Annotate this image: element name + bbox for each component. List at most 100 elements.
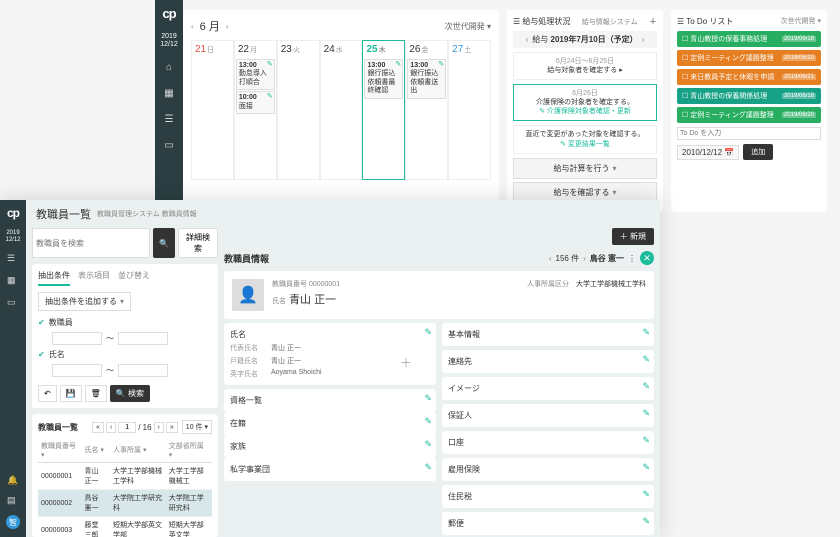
info-card[interactable]: ✎郵便	[442, 512, 654, 535]
user-avatar-icon[interactable]: 智	[6, 515, 20, 529]
edit-icon[interactable]: ✎	[642, 354, 650, 365]
edit-icon[interactable]: ✎	[395, 61, 401, 69]
close-button[interactable]: ✕	[640, 251, 654, 265]
info-card[interactable]: ✎保証人	[442, 404, 654, 427]
edit-icon[interactable]: ✎	[642, 489, 650, 500]
table-header[interactable]: 人事所属 ▾	[110, 438, 166, 463]
edit-icon[interactable]: ✎	[642, 516, 650, 527]
table-header[interactable]: 氏名 ▾	[81, 438, 110, 463]
cond1-to[interactable]	[118, 332, 168, 345]
edit-icon[interactable]: ✎	[642, 381, 650, 392]
salary-calc-btn[interactable]: 給与計算を行う ▾	[513, 158, 657, 179]
todo-input[interactable]	[677, 127, 821, 140]
todo-item[interactable]: ☐ 青山教授の保養事務処理2019/06/18	[677, 31, 821, 47]
calendar-day[interactable]: 25木13:00 ✎銀行振込依頼書最終確認	[362, 40, 405, 180]
bell-icon[interactable]: 🔔	[7, 475, 19, 487]
check-icon[interactable]: ✔	[38, 350, 45, 359]
fg-page-icon[interactable]: ▭	[7, 297, 19, 309]
info-card[interactable]: ✎資格一覧	[224, 389, 436, 412]
todo-add-button[interactable]: 追加	[743, 144, 773, 160]
info-card[interactable]: ✎口座	[442, 431, 654, 454]
per-page-select[interactable]: 10 件 ▾	[182, 420, 212, 434]
edit-icon[interactable]: ✎	[642, 327, 650, 338]
calendar-day[interactable]: 26金13:00 ✎銀行振込依頼書送出	[405, 40, 448, 180]
edit-icon[interactable]: ✎	[267, 61, 273, 69]
table-row[interactable]: 00000002鳥谷 憲一大学院工学研究科大学院工学研究科	[38, 490, 212, 517]
cal-next[interactable]: ›	[226, 22, 229, 31]
detail-next[interactable]: ›	[583, 254, 586, 263]
add-condition-select[interactable]: 抽出条件を追加する ▾	[38, 292, 131, 311]
edit-icon[interactable]: ✎	[424, 393, 432, 404]
new-button[interactable]: ＋ 新規	[612, 228, 654, 245]
calendar-day[interactable]: 27土	[448, 40, 491, 180]
table-header[interactable]: 文部省所属 ▾	[166, 438, 212, 463]
todo-item[interactable]: ☐ 来日教員予定と休暇を申請2019/06/21	[677, 69, 821, 85]
cond2-from[interactable]	[52, 364, 102, 377]
calendar-event[interactable]: 13:00 ✎勤怠導入打順合	[236, 59, 275, 90]
detail-prev[interactable]: ‹	[549, 254, 552, 263]
info-card[interactable]: ✎連絡先	[442, 350, 654, 373]
calendar-day[interactable]: 24水	[320, 40, 363, 180]
todo-item[interactable]: ☐ 定例ミーティング議題整理2019/06/20	[677, 50, 821, 66]
edit-icon[interactable]: ✎	[642, 462, 650, 473]
info-card[interactable]: ✎基本情報	[442, 323, 654, 346]
table-row[interactable]: 00000003藤堂 三郎短期大学部英文学部短期大学部英文学	[38, 517, 212, 537]
calendar-day[interactable]: 23火	[277, 40, 320, 180]
info-card[interactable]: ✎私学事業団	[224, 458, 436, 481]
page-first[interactable]: «	[92, 422, 104, 433]
run-search-button[interactable]: 🔍 検索	[110, 385, 150, 402]
edit-icon[interactable]: ✎	[424, 439, 432, 450]
cond2-to[interactable]	[118, 364, 168, 377]
fg-grid-icon[interactable]: ▦	[7, 275, 19, 287]
edit-icon[interactable]: ✎	[424, 462, 432, 473]
search-icon-button[interactable]: 🔍	[153, 228, 175, 258]
info-card[interactable]: ✎家族	[224, 435, 436, 458]
table-row[interactable]: 00000001青山 正一大学工学部機械工学科大学工学部機械工	[38, 463, 212, 490]
list-icon[interactable]: ☰	[162, 112, 176, 126]
salary-step[interactable]: 6月26日介護保険の対象者を確定する。✎ 介護保険対象者確認・更新	[513, 84, 657, 121]
edit-icon[interactable]: ✎	[424, 327, 432, 338]
todo-item[interactable]: ☐ 定例ミーティング議題整理2019/06/20	[677, 107, 821, 123]
cal-prev[interactable]: ‹	[191, 22, 194, 31]
more-icon[interactable]: ⋮	[628, 254, 636, 263]
page-next[interactable]: ›	[154, 422, 164, 433]
info-card[interactable]: ✎在籍	[224, 412, 436, 435]
cal-project[interactable]: 次世代開発 ▾	[445, 21, 491, 32]
edit-icon[interactable]: ✎	[267, 93, 273, 101]
cond1-from[interactable]	[52, 332, 102, 345]
info-card[interactable]: ✎住民税	[442, 485, 654, 508]
calendar-day[interactable]: 22月13:00 ✎勤怠導入打順合10:00 ✎面接	[234, 40, 277, 180]
book-icon[interactable]: ▭	[162, 138, 176, 152]
calendar-day[interactable]: 21日	[191, 40, 234, 180]
info-card[interactable]: ✎雇用保険	[442, 458, 654, 481]
edit-icon[interactable]: ✎	[642, 408, 650, 419]
fg-list-icon[interactable]: ☰	[7, 253, 19, 265]
calendar-event[interactable]: 13:00 ✎銀行振込依頼書最終確認	[364, 59, 403, 99]
home-icon[interactable]: ⌂	[162, 60, 176, 74]
detail-search-button[interactable]: 詳細検索	[178, 228, 218, 258]
check-icon[interactable]: ✔	[38, 318, 45, 327]
salary-add-icon[interactable]: ＋	[649, 16, 657, 27]
tab-columns[interactable]: 表示項目	[78, 270, 110, 286]
info-card[interactable]: ✎イメージ	[442, 377, 654, 400]
calendar-event[interactable]: 13:00 ✎銀行振込依頼書送出	[407, 59, 446, 99]
calendar-event[interactable]: 10:00 ✎面接	[236, 91, 275, 114]
delete-button[interactable]: 🗑	[85, 385, 107, 402]
grid-icon[interactable]: ▦	[162, 86, 176, 100]
reset-button[interactable]: ↶	[38, 385, 57, 402]
page-last[interactable]: »	[166, 422, 178, 433]
todo-date-picker[interactable]: 2010/12/12 📅	[677, 145, 739, 160]
add-icon[interactable]: ＋	[400, 354, 412, 371]
save-button[interactable]: 💾	[60, 385, 82, 402]
edit-icon[interactable]: ✎	[438, 61, 444, 69]
todo-item[interactable]: ☐ 青山教授の保養関係処理2019/06/18	[677, 88, 821, 104]
page-prev[interactable]: ‹	[106, 422, 116, 433]
edit-icon[interactable]: ✎	[424, 416, 432, 427]
page-current[interactable]	[118, 422, 136, 433]
salary-step[interactable]: 6月24日～6月25日給与対象者を確定する ▸	[513, 52, 657, 80]
doc-icon[interactable]: ▤	[7, 495, 19, 507]
salary-step[interactable]: 直近で変更があった対象を確認する。✎ 変更結果一覧	[513, 125, 657, 153]
edit-icon[interactable]: ✎	[642, 435, 650, 446]
tab-sort[interactable]: 並び替え	[118, 270, 150, 286]
tab-conditions[interactable]: 抽出条件	[38, 270, 70, 286]
